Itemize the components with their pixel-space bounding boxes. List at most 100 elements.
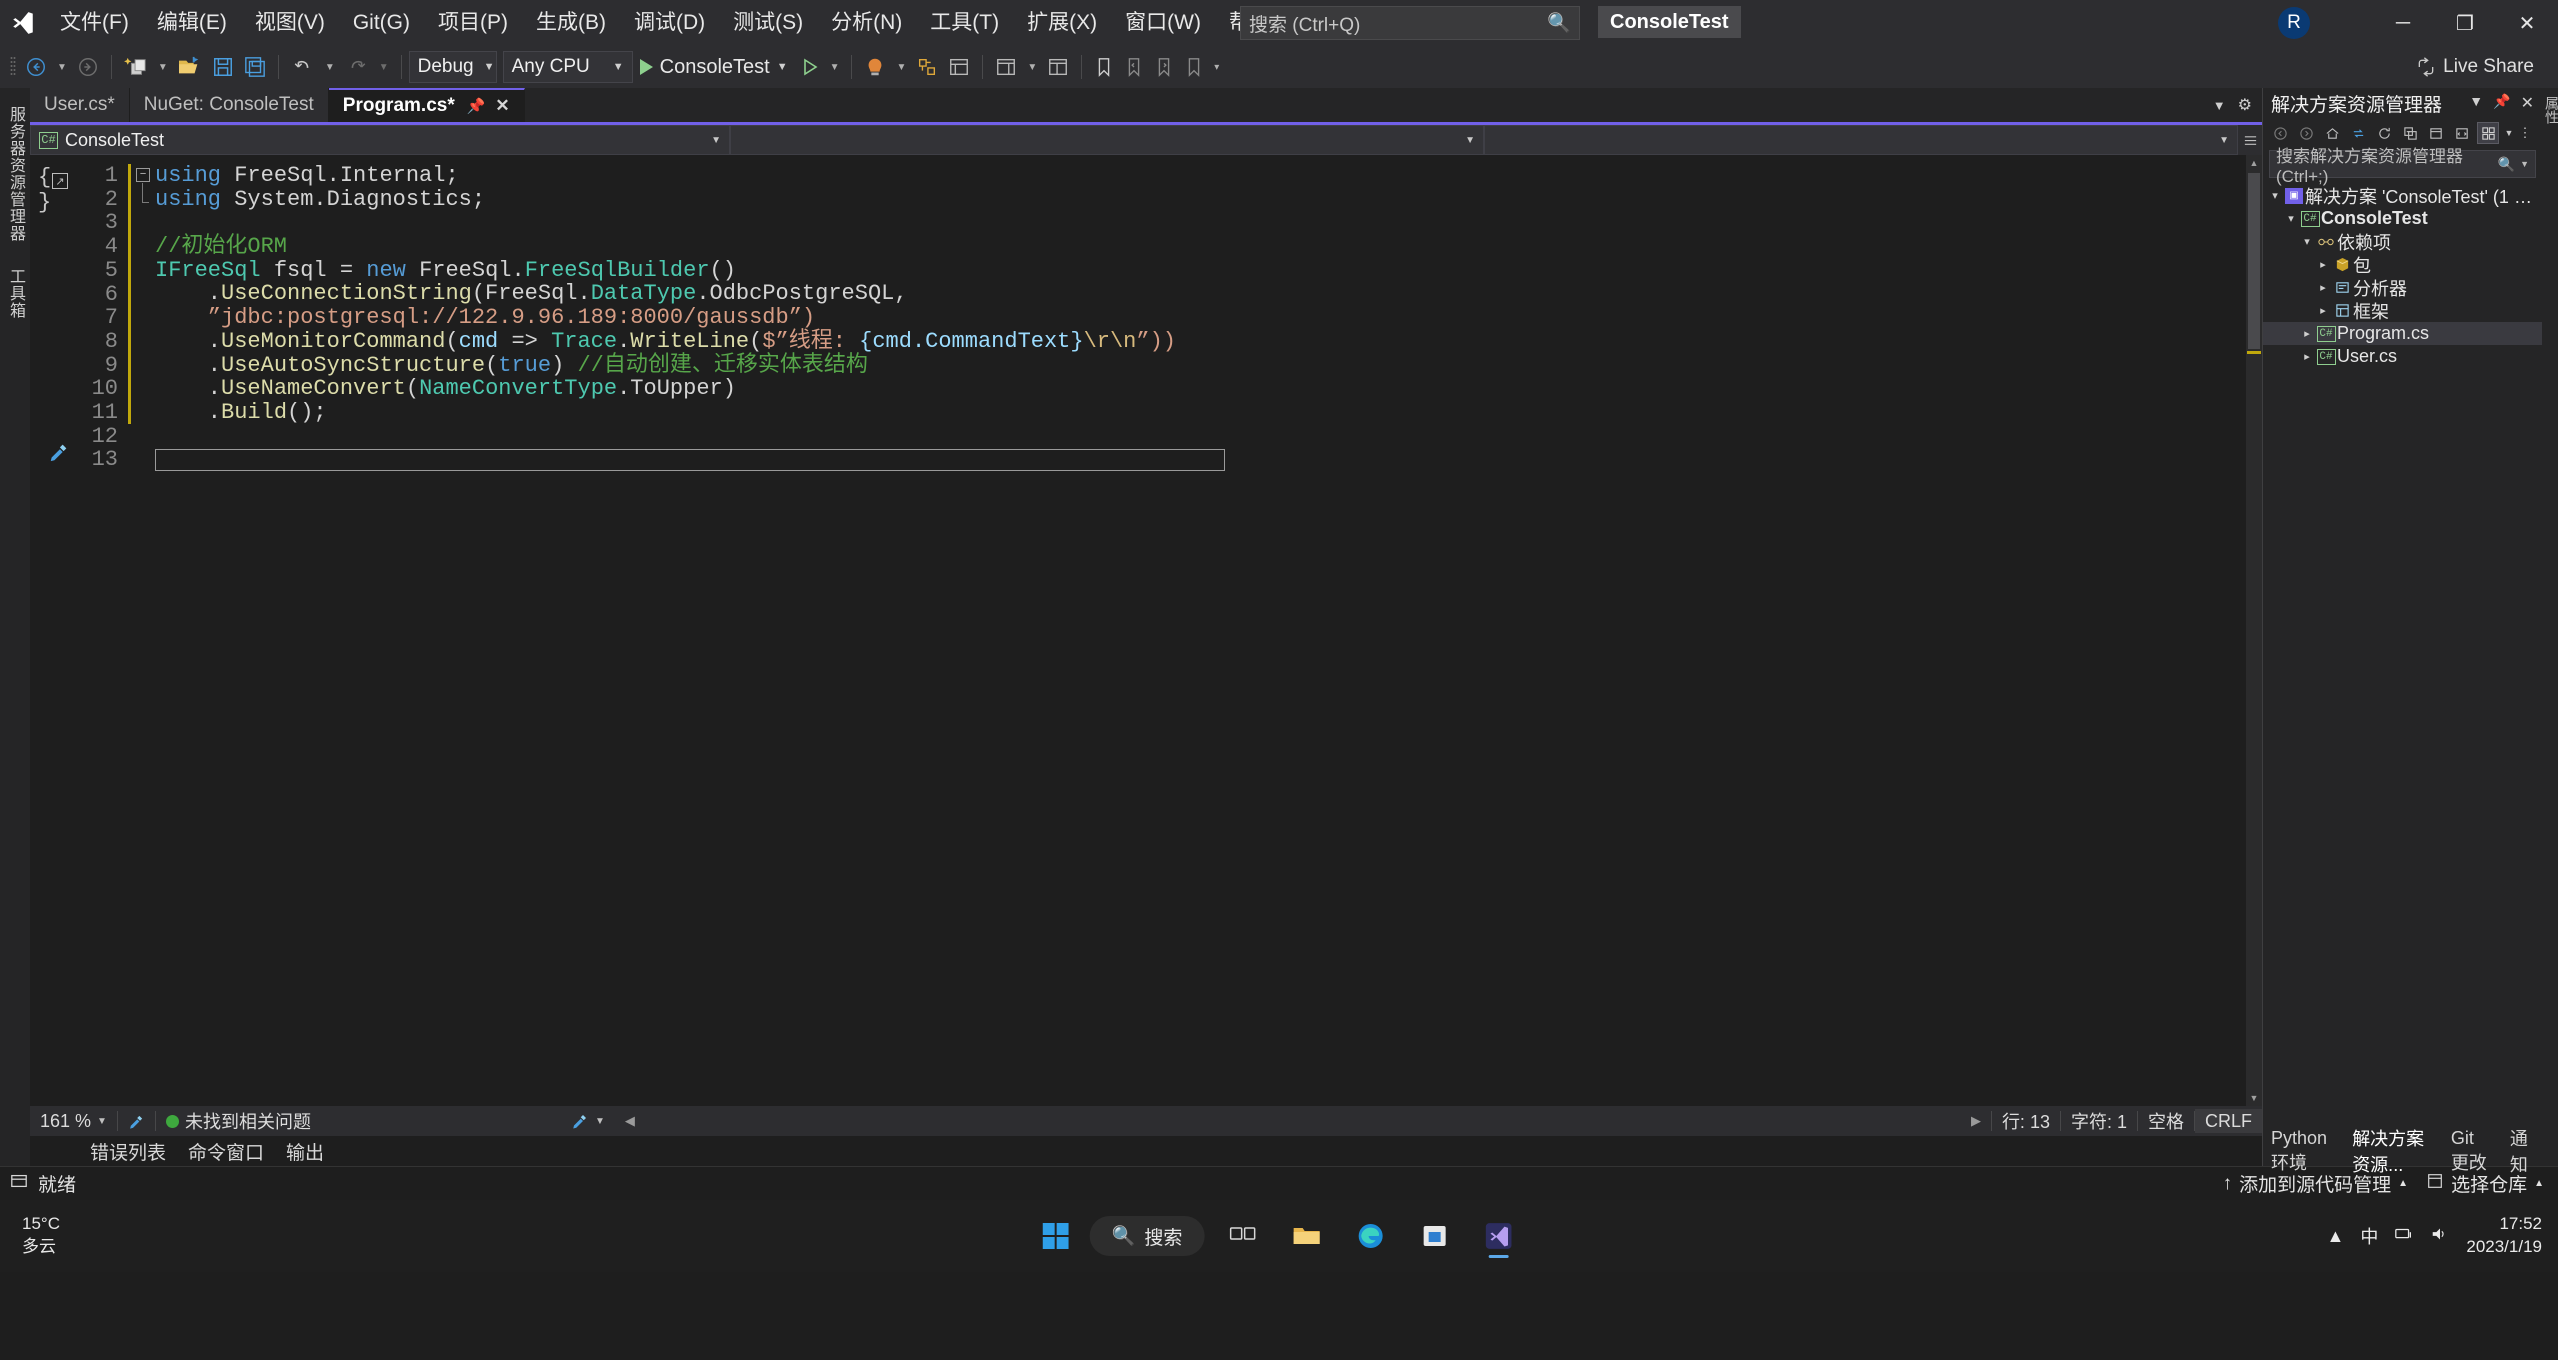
menu-edit[interactable]: 编辑(E) [143,0,241,46]
visual-studio-taskbar-icon[interactable] [1472,1212,1524,1260]
lightbulb-screwdriver-icon[interactable] [48,441,70,468]
pin-icon[interactable]: 📌 [467,97,486,115]
chevron-up-icon[interactable]: ▲ [2327,1226,2345,1247]
tab-python-environments[interactable]: Python 环境 [2271,1128,2336,1175]
menu-git[interactable]: Git(G) [339,0,424,46]
chevron-right-icon[interactable]: ▸ [2315,304,2331,317]
toolbar-grip[interactable] [6,54,20,80]
live-share-button[interactable]: Live Share [2416,56,2552,78]
start-without-debugging-icon[interactable] [795,50,825,84]
navbar-member-dropdown[interactable]: ▼ [1484,125,2238,155]
navigate-icon[interactable]: ▼ [561,1112,615,1130]
glyph-margin[interactable]: { } ↗ [30,155,74,1106]
network-icon[interactable] [2394,1225,2414,1248]
menu-view[interactable]: 视图(V) [241,0,339,46]
close-button[interactable]: ✕ [2496,0,2558,46]
code-line[interactable]: .UseAutoSyncStructure(true) //自动创建、迁移实体表… [155,353,2246,378]
menu-extensions[interactable]: 扩展(X) [1013,0,1111,46]
navigate-forward-icon[interactable] [72,50,104,84]
code-line[interactable]: using FreeSql.Internal; [155,164,2246,188]
bookmark-icon[interactable] [1089,50,1119,84]
tree-node[interactable]: ▸ 框架 [2263,299,2542,322]
code-line[interactable]: IFreeSql fsql = new FreeSql.FreeSqlBuild… [155,258,2246,283]
menu-debug[interactable]: 调试(D) [620,0,719,46]
tab-output[interactable]: 输出 [286,1138,324,1165]
taskbar-search-button[interactable]: 🔍 搜索 [1089,1216,1205,1256]
tree-node[interactable]: ▾▣解决方案 'ConsoleTest' (1 个项目, 共 1 个) [2263,184,2542,207]
code-line[interactable]: using System.Diagnostics; [155,187,2246,212]
solution-configuration-dropdown[interactable]: Debug ▼ [408,51,497,83]
tab-error-list[interactable]: 错误列表 [90,1138,166,1165]
toolbox-panel-icon[interactable] [943,50,975,84]
redo-icon[interactable] [340,50,374,84]
global-search-box[interactable]: 搜索 (Ctrl+Q) 🔍 [1240,6,1580,40]
code-line[interactable]: //初始化ORM [155,235,2246,259]
indentation-mode[interactable]: 空格 [2138,1108,2194,1134]
chevron-right-icon[interactable]: ▸ [2315,258,2331,271]
chevron-down-icon[interactable]: ▾ [2283,212,2299,225]
code-editor[interactable]: { } ↗ 1 2 3 4 5 6 7 8 9 10 11 12 13 − us… [30,155,2262,1106]
chevron-down-icon[interactable]: ▼ [2213,98,2226,113]
pin-icon[interactable]: 📌 [2493,93,2510,113]
tree-node[interactable]: ▸ C# Program.cs [2263,322,2542,345]
tree-node[interactable]: ▾ 依赖项 [2263,230,2542,253]
server-explorer-tab[interactable]: 服务器资源管理器 [1,100,29,248]
chevron-right-icon[interactable]: ▸ [2299,350,2315,363]
scrollbar-thumb[interactable] [2248,173,2260,349]
menu-window[interactable]: 窗口(W) [1111,0,1215,46]
solution-explorer-search-input[interactable]: 搜索解决方案资源管理器(Ctrl+;) 🔍 ▼ [2269,147,2536,186]
windows-start-icon[interactable] [1034,1214,1078,1258]
save-all-icon[interactable] [239,50,271,84]
tree-node[interactable]: ▸ 分析器 [2263,276,2542,299]
add-to-source-control-button[interactable]: ↑ 添加到源代码管理 ▲ [2223,1170,2408,1197]
code-line[interactable] [155,449,1225,472]
ime-indicator[interactable]: 中 [2360,1223,2378,1249]
undo-caret-icon[interactable]: ▼ [320,62,340,73]
gear-icon[interactable]: ⚙ [2238,95,2252,115]
tab-command-window[interactable]: 命令窗口 [188,1138,264,1165]
code-line[interactable] [155,425,2246,449]
start-options-caret-icon[interactable]: ▼ [825,62,845,73]
restore-button[interactable]: ❐ [2434,0,2496,46]
code-text[interactable]: using FreeSql.Internal; using System.Diag… [155,155,2246,1106]
menu-file[interactable]: 文件(F) [46,0,143,46]
task-view-icon[interactable] [1216,1212,1268,1260]
select-repository-button[interactable]: 选择仓库 ▲ [2426,1170,2544,1197]
solution-name-chip[interactable]: ConsoleTest [1598,6,1741,38]
collapse-region-icon[interactable]: − [136,168,150,182]
chevron-right-icon[interactable]: ▸ [2315,281,2331,294]
code-line[interactable]: .UseNameConvert(NameConvertType.ToUpper) [155,377,2246,401]
undo-icon[interactable] [286,50,320,84]
tab-user-cs[interactable]: User.cs* [30,88,130,122]
window-layout-caret-icon[interactable]: ▼ [1022,62,1042,73]
file-explorer-icon[interactable] [1280,1212,1332,1260]
start-debugging-button[interactable]: ConsoleTest ▼ [633,50,795,84]
menu-analyze[interactable]: 分析(N) [817,0,916,46]
prev-bookmark-icon[interactable] [1119,50,1149,84]
menu-build[interactable]: 生成(B) [522,0,620,46]
close-icon[interactable]: ✕ [495,96,509,116]
chevron-right-icon[interactable]: ▸ [2299,327,2315,340]
code-line[interactable]: .Build(); [155,401,2246,425]
editor-vertical-scrollbar[interactable]: ▲ ▼ [2246,155,2262,1106]
tree-node[interactable]: ▾ C# ConsoleTest [2263,207,2542,230]
minimize-button[interactable]: ─ [2372,0,2434,46]
chevron-down-icon[interactable]: ▾ [2299,235,2315,248]
selection-icon[interactable] [911,50,943,84]
microsoft-edge-icon[interactable] [1344,1212,1396,1260]
new-project-caret-icon[interactable]: ▼ [153,62,173,73]
save-icon[interactable] [207,50,239,84]
solution-explorer-options-caret-icon[interactable]: ▼ [2503,122,2515,144]
solution-explorer-overflow-icon[interactable]: ⋮ [2519,122,2532,144]
issues-status[interactable]: 未找到相关问题 [156,1108,321,1134]
tree-node[interactable]: ▸ C# User.cs [2263,345,2542,368]
code-line[interactable]: ”jdbc:postgresql://122.9.96.189:8000/gau… [155,306,2246,330]
toolbar-overflow-icon[interactable]: ▾ [1209,62,1224,73]
scroll-right-arrow[interactable]: ▶ [1961,1113,1991,1129]
menu-tools[interactable]: 工具(T) [916,0,1013,46]
navigate-back-icon[interactable] [20,50,52,84]
tab-git-changes[interactable]: Git 更改 [2451,1128,2494,1175]
scroll-down-icon[interactable]: ▼ [2246,1090,2262,1106]
code-line[interactable] [155,211,2246,235]
navbar-type-dropdown[interactable]: ▼ [730,125,1484,155]
